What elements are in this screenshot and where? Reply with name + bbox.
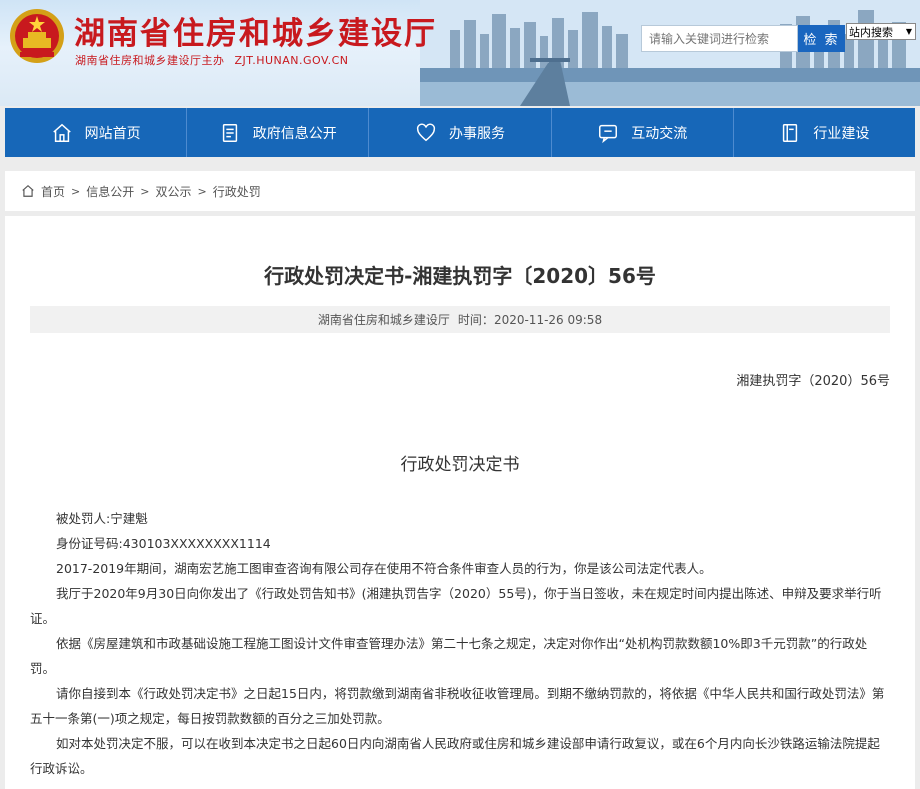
home-icon	[52, 123, 71, 142]
site-header: 湖南省住房和城乡建设厅 湖南省住房和城乡建设厅主办 ZJT.HUNAN.GOV.C…	[0, 0, 920, 106]
article-title: 行政处罚决定书-湘建执罚字〔2020〕56号	[264, 264, 656, 288]
document-icon	[222, 123, 237, 142]
penalized-person: 被处罚人:宁建魁	[56, 511, 148, 526]
book-icon	[783, 123, 798, 142]
heart-icon	[416, 123, 436, 141]
nav-item-home[interactable]: 网站首页	[5, 108, 188, 157]
breadcrumb-separator: >	[140, 184, 150, 198]
nav-item-gov-info[interactable]: 政府信息公开	[187, 108, 370, 157]
national-emblem-logo	[10, 9, 64, 63]
search-input[interactable]	[641, 25, 798, 52]
breadcrumb-penalty[interactable]: 行政处罚	[213, 183, 261, 200]
body-paragraph: 依据《房屋建筑和市政基础设施工程施工图设计文件审查管理办法》第二十七条之规定，决…	[30, 636, 868, 676]
home-icon	[22, 184, 34, 197]
article-body: 被处罚人:宁建魁 身份证号码:430103XXXXXXXX1114 2017-2…	[30, 506, 890, 781]
id-number: 身份证号码:430103XXXXXXXX1114	[56, 536, 271, 551]
dropdown-arrow-icon: ▼	[905, 27, 912, 36]
breadcrumb-info[interactable]: 信息公开	[86, 183, 134, 200]
breadcrumb-home[interactable]: 首页	[41, 183, 65, 200]
article-meta: 湖南省住房和城乡建设厅 时间： 2020-11-26 09:58	[30, 306, 890, 333]
search-scope-value: 站内搜索	[849, 25, 893, 39]
article-panel: 行政处罚决定书-湘建执罚字〔2020〕56号 湖南省住房和城乡建设厅 时间： 20…	[5, 216, 915, 789]
body-paragraph: 2017-2019年期间，湖南宏艺施工图审查咨询有限公司存在使用不符合条件审查人…	[56, 561, 712, 576]
breadcrumb-separator: >	[71, 184, 81, 198]
breadcrumb: 首页 > 信息公开 > 双公示 > 行政处罚	[5, 171, 915, 211]
document-heading: 行政处罚决定书	[400, 455, 520, 475]
sponsor-text: 湖南省住房和城乡建设厅主办	[75, 54, 225, 67]
nav-label: 互动交流	[631, 125, 688, 142]
body-paragraph: 我厅于2020年9月30日向你发出了《行政处罚告知书》(湘建执罚告字（2020）…	[30, 586, 882, 626]
chat-icon	[599, 124, 618, 143]
search-button[interactable]: 检 索	[798, 25, 845, 52]
breadcrumb-double-publicity[interactable]: 双公示	[155, 183, 191, 200]
nav-item-services[interactable]: 办事服务	[369, 108, 552, 157]
nav-label: 网站首页	[84, 125, 141, 142]
site-title: 湖南省住房和城乡建设厅	[74, 16, 437, 52]
nav-label: 办事服务	[449, 125, 505, 142]
document-number: 湘建执罚字（2020）56号	[736, 374, 890, 389]
site-domain: ZJT.HUNAN.GOV.CN	[234, 54, 349, 67]
time-label: 时间：	[457, 313, 494, 327]
article-source: 湖南省住房和城乡建设厅	[317, 313, 450, 327]
article-time: 2020-11-26 09:58	[493, 312, 603, 327]
body-paragraph: 请你自接到本《行政处罚决定书》之日起15日内，将罚款缴到湖南省非税收征收管理局。…	[30, 686, 885, 726]
search-scope-select[interactable]: 站内搜索 ▼	[846, 23, 916, 40]
nav-item-interaction[interactable]: 互动交流	[552, 108, 734, 157]
nav-label: 行业建设	[813, 125, 870, 142]
site-subtitle: 湖南省住房和城乡建设厅主办 ZJT.HUNAN.GOV.CN	[75, 52, 349, 68]
nav-item-industry[interactable]: 行业建设	[734, 108, 915, 157]
main-nav: 网站首页 政府信息公开 办事服务 互动交流 行业建设	[5, 108, 915, 157]
body-paragraph: 如对本处罚决定不服，可以在收到本决定书之日起60日内向湖南省人民政府或住房和城乡…	[30, 736, 880, 776]
breadcrumb-separator: >	[197, 184, 207, 198]
nav-label: 政府信息公开	[252, 125, 337, 142]
city-skyline-banner	[420, 0, 920, 106]
